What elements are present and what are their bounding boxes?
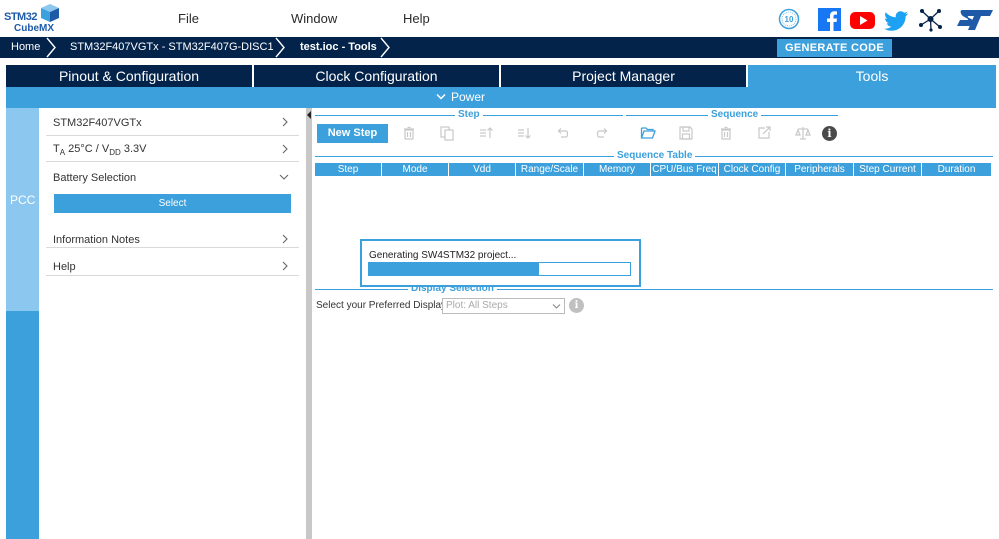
column-header-range-scale[interactable]: Range/Scale — [516, 163, 584, 176]
display-selection-prompt: Select your Preferred Display — [316, 300, 447, 311]
menu-help[interactable]: Help — [403, 11, 430, 26]
chevron-down-icon — [436, 93, 446, 100]
compare-icon[interactable] — [795, 125, 811, 141]
twitter-icon[interactable] — [884, 6, 909, 32]
pcc-label: PCC — [10, 193, 36, 207]
column-header-memory[interactable]: Memory — [584, 163, 651, 176]
panel-splitter[interactable] — [306, 108, 312, 539]
help-row[interactable]: Help — [46, 248, 299, 276]
column-header-peripherals[interactable]: Peripherals — [786, 163, 854, 176]
power-label: Power — [451, 90, 486, 104]
move-down-icon[interactable] — [516, 125, 532, 141]
display-select[interactable]: Plot: All Steps — [442, 298, 565, 314]
top-menu-bar: STM32 CubeMX File Window Help 10 — [0, 0, 999, 37]
column-header-duration[interactable]: Duration — [922, 163, 991, 176]
export-icon[interactable] — [756, 125, 772, 141]
progress-dialog: Generating SW4STM32 project... — [360, 239, 641, 287]
menu-window[interactable]: Window — [291, 11, 337, 26]
breadcrumb-separator-icon — [275, 37, 285, 58]
app-window: STM32 CubeMX File Window Help 10 Home ST… — [0, 0, 999, 539]
redo-icon[interactable] — [594, 125, 610, 141]
youtube-icon[interactable] — [850, 6, 875, 32]
column-header-mode[interactable]: Mode — [382, 163, 449, 176]
stm32cubemx-logo: STM32 CubeMX — [4, 3, 60, 35]
cube-icon — [41, 4, 59, 22]
logo-text-bottom: CubeMX — [14, 23, 54, 34]
column-header-clock-config[interactable]: Clock Config — [719, 163, 786, 176]
pcc-side-tab[interactable]: PCC — [6, 108, 39, 539]
network-icon[interactable] — [918, 6, 943, 32]
progress-message: Generating SW4STM32 project... — [369, 250, 517, 261]
column-header-vdd[interactable]: Vdd — [449, 163, 516, 176]
generate-code-button[interactable]: GENERATE CODE — [777, 39, 892, 57]
tab-clock-configuration[interactable]: Clock Configuration — [254, 65, 501, 87]
progress-bar — [368, 262, 631, 276]
chevron-right-icon — [282, 261, 288, 271]
delete-sequence-icon[interactable] — [718, 125, 734, 141]
progress-bar-fill — [369, 263, 539, 275]
column-header-cpu-bus-freq[interactable]: CPU/Bus Freq — [651, 163, 719, 176]
sequence-table-header: Step Mode Vdd Range/Scale Memory CPU/Bus… — [315, 163, 991, 176]
save-icon[interactable] — [678, 125, 694, 141]
logo-text-top: STM32 — [4, 11, 37, 23]
tab-pinout-configuration[interactable]: Pinout & Configuration — [6, 65, 254, 87]
temperature-vdd-row[interactable]: TA 25°C / VDD 3.3V — [46, 136, 299, 162]
mcu-label: STM32F407VGTx — [53, 117, 142, 129]
tab-project-manager[interactable]: Project Manager — [501, 65, 748, 87]
information-notes-label: Information Notes — [53, 234, 140, 246]
tab-tools[interactable]: Tools — [748, 65, 996, 87]
main-tabs: Pinout & Configuration Clock Configurati… — [6, 65, 996, 87]
display-select-value: Plot: All Steps — [446, 300, 508, 311]
st-logo-icon[interactable] — [955, 6, 995, 32]
breadcrumb-project[interactable]: test.ioc - Tools — [300, 37, 377, 58]
column-header-step-current[interactable]: Step Current — [854, 163, 922, 176]
mcu-row[interactable]: STM32F407VGTx — [46, 110, 299, 136]
chevron-right-icon — [282, 234, 288, 244]
chevron-right-icon — [282, 117, 288, 127]
temperature-vdd-label: TA 25°C / VDD 3.3V — [53, 143, 147, 158]
menu-file[interactable]: File — [178, 11, 199, 26]
chevron-right-icon — [282, 144, 288, 154]
breadcrumb-separator-icon — [380, 37, 390, 58]
step-group-label: Step — [455, 109, 483, 120]
anniversary-10-icon[interactable]: 10 — [778, 6, 800, 32]
undo-icon[interactable] — [555, 125, 571, 141]
battery-select-button[interactable]: Select — [54, 194, 291, 213]
duplicate-step-icon[interactable] — [439, 125, 455, 141]
sequence-table-label: Sequence Table — [614, 150, 696, 161]
battery-selection-row[interactable]: Battery Selection — [46, 162, 299, 188]
move-up-icon[interactable] — [478, 125, 494, 141]
display-info-icon[interactable]: i — [569, 298, 584, 313]
battery-selection-label: Battery Selection — [53, 172, 137, 184]
delete-step-icon[interactable] — [401, 125, 417, 141]
facebook-icon[interactable] — [818, 6, 841, 32]
chevron-down-icon — [552, 304, 561, 309]
help-label: Help — [53, 261, 76, 273]
chevron-down-icon — [279, 174, 289, 180]
breadcrumb-device[interactable]: STM32F407VGTx - STM32F407G-DISC1 — [70, 37, 274, 58]
new-step-button[interactable]: New Step — [317, 124, 388, 143]
breadcrumb-separator-icon — [46, 37, 56, 58]
power-bar[interactable]: Power — [6, 87, 996, 108]
sequence-info-icon[interactable]: i — [822, 126, 837, 141]
breadcrumb-home[interactable]: Home — [11, 37, 40, 58]
open-folder-icon[interactable] — [640, 125, 656, 141]
collapse-arrow-icon[interactable] — [306, 110, 312, 120]
svg-text:10: 10 — [785, 15, 794, 24]
information-notes-row[interactable]: Information Notes — [46, 222, 299, 248]
column-header-step[interactable]: Step — [315, 163, 382, 176]
sequence-group-label: Sequence — [708, 109, 762, 120]
pcc-side-tab-top — [6, 108, 39, 311]
